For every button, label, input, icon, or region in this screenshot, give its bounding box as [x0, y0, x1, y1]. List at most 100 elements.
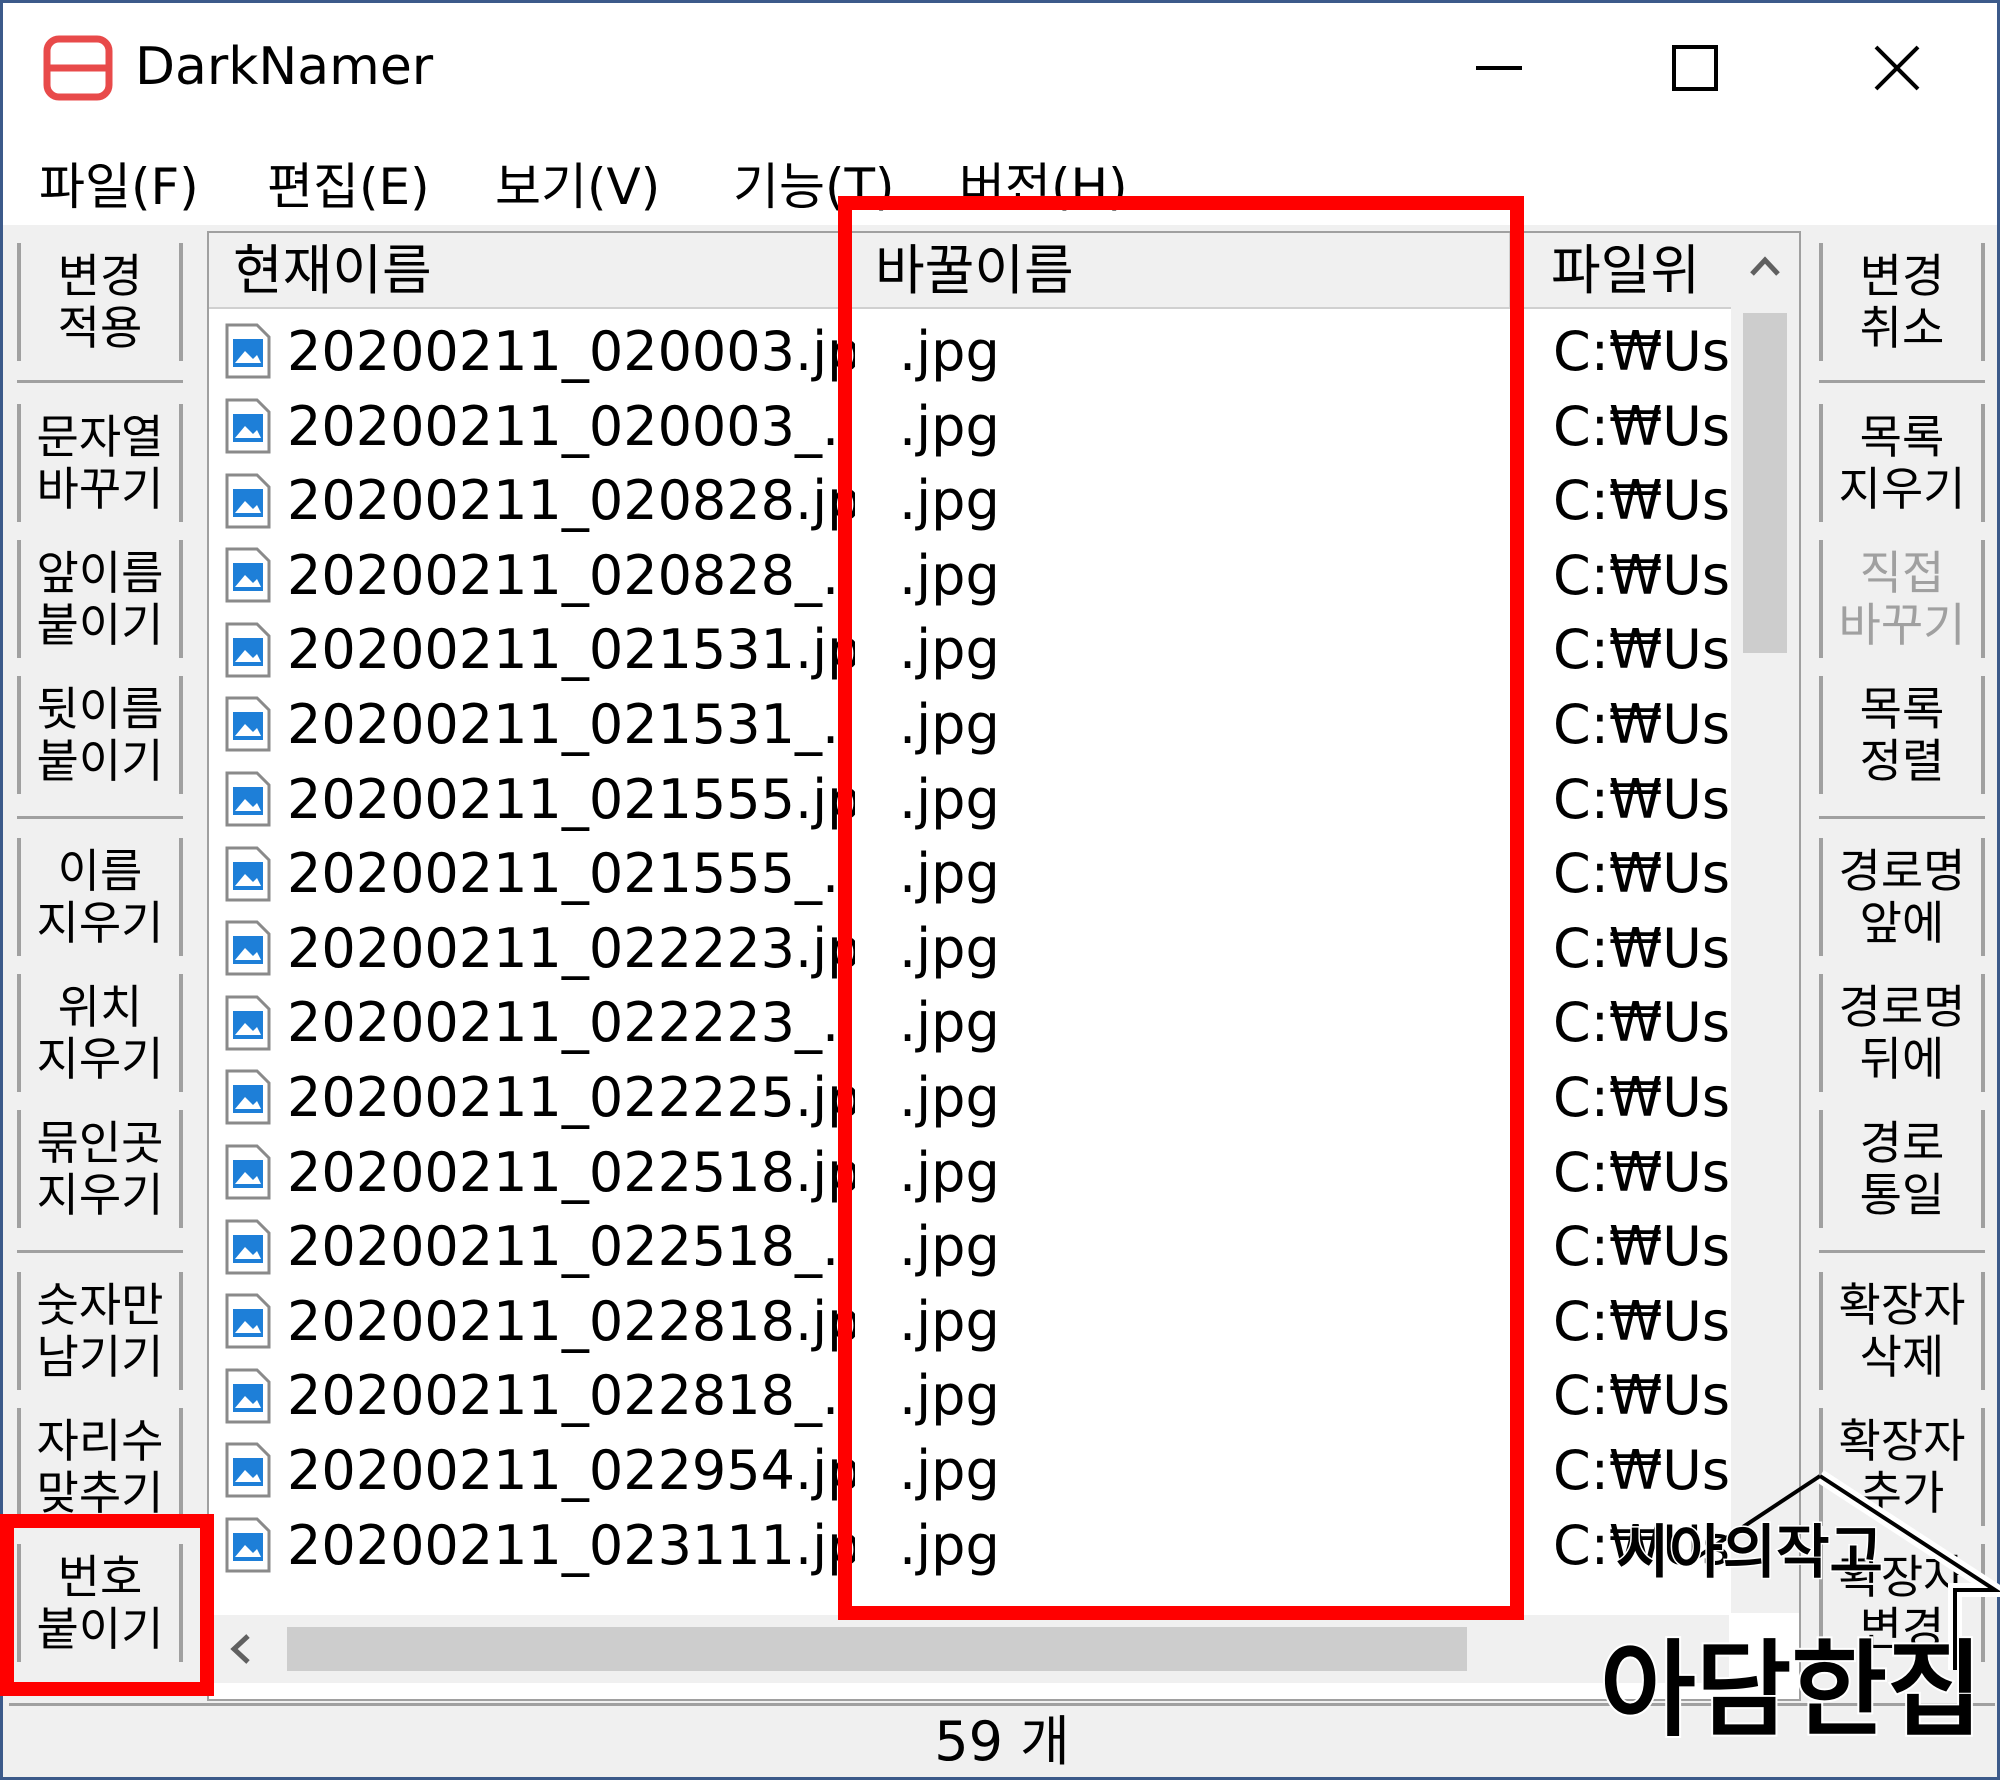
current-name-text: 20200211_022223_... — [287, 991, 855, 1055]
file-location-cell: C:₩Us — [1553, 1066, 1729, 1129]
current-name-cell: 20200211_021555_... — [225, 841, 855, 907]
column-new-name[interactable]: 바꿀이름 — [851, 233, 1511, 309]
file-row[interactable]: 20200211_020828.jpg .jpg C:₩Us — [209, 460, 1729, 534]
current-name-text: 20200211_020828_... — [287, 543, 855, 607]
file-row[interactable]: 20200211_022223_... .jpg C:₩Us — [209, 982, 1729, 1056]
menu-edit[interactable]: 편집(E) — [267, 147, 430, 219]
current-name-cell: 20200211_022518.jpg — [225, 1140, 855, 1206]
menu-bar: 파일(F) 편집(E) 보기(V) 기능(T) 버전(H) — [3, 133, 1997, 225]
maximize-button[interactable] — [1635, 23, 1755, 113]
image-file-icon — [225, 1069, 271, 1125]
delete-position-button[interactable]: 위치 지우기 — [17, 974, 183, 1092]
file-row[interactable]: 20200211_021531_... .jpg C:₩Us — [209, 684, 1729, 758]
file-row[interactable]: 20200211_022818.jpg .jpg C:₩Us — [209, 1281, 1729, 1355]
watermark-line-1: 시아의작고 — [1616, 1518, 1883, 1586]
file-row[interactable]: 20200211_021555_... .jpg C:₩Us — [209, 833, 1729, 907]
darknamer-logo-icon — [43, 35, 113, 101]
left-button-panel: 변경 적용 문자열 바꾸기 앞이름 붙이기 뒷이름 붙이기 이름 지우기 위치 … — [3, 228, 193, 1688]
file-row[interactable]: 20200211_022954.jpg .jpg C:₩Us — [209, 1430, 1729, 1504]
file-location-cell: C:₩Us — [1553, 469, 1729, 533]
pad-digits-button[interactable]: 자리수 맞추기 — [17, 1408, 183, 1526]
current-name-text: 20200211_021555_... — [287, 842, 855, 906]
prepend-name-button[interactable]: 앞이름 붙이기 — [17, 540, 183, 658]
current-name-cell: 20200211_021531.jpg — [225, 617, 855, 683]
delete-extension-button[interactable]: 확장자 삭제 — [1819, 1272, 1985, 1390]
minimize-icon — [1476, 66, 1522, 70]
new-name-cell: .jpg — [899, 693, 1000, 756]
path-before-button[interactable]: 경로명 앞에 — [1819, 838, 1985, 956]
column-current-name[interactable]: 현재이름 — [209, 233, 849, 309]
current-name-text: 20200211_021555.jpg — [287, 767, 855, 831]
direct-rename-button[interactable]: 직접 바꾸기 — [1819, 540, 1985, 658]
vertical-scroll-thumb[interactable] — [1743, 313, 1787, 653]
menu-function[interactable]: 기능(T) — [733, 147, 895, 219]
file-row[interactable]: 20200211_022518.jpg .jpg C:₩Us — [209, 1132, 1729, 1206]
new-name-cell: .jpg — [899, 1215, 1000, 1279]
left-separator — [17, 1250, 183, 1253]
file-row[interactable]: 20200211_021555.jpg .jpg C:₩Us — [209, 759, 1729, 833]
menu-file[interactable]: 파일(F) — [39, 147, 199, 219]
current-name-cell: 20200211_020003_... — [225, 394, 855, 460]
scroll-left-icon[interactable] — [229, 1633, 253, 1665]
image-file-icon — [225, 920, 271, 976]
file-location-cell: C:₩Us — [1553, 916, 1729, 980]
close-button[interactable] — [1837, 23, 1957, 113]
new-name-cell: .jpg — [899, 618, 1000, 682]
file-row[interactable]: 20200211_020828_... .jpg C:₩Us — [209, 535, 1729, 609]
image-file-icon — [225, 547, 271, 603]
image-file-icon — [225, 473, 271, 529]
unify-path-button[interactable]: 경로 통일 — [1819, 1110, 1985, 1228]
delete-name-button[interactable]: 이름 지우기 — [17, 838, 183, 956]
new-name-cell: .jpg — [899, 1140, 1000, 1204]
replace-string-button[interactable]: 문자열 바꾸기 — [17, 404, 183, 522]
left-separator — [17, 816, 183, 819]
image-file-icon — [225, 1517, 271, 1573]
new-name-cell: .jpg — [899, 991, 1000, 1055]
new-name-cell: .jpg — [899, 842, 1000, 906]
menu-version[interactable]: 버전(H) — [959, 147, 1128, 219]
new-name-cell: .jpg — [899, 1289, 1000, 1353]
keep-numbers-button[interactable]: 숫자만 남기기 — [17, 1272, 183, 1390]
add-number-button[interactable]: 번호 붙이기 — [17, 1544, 183, 1662]
left-separator — [17, 380, 183, 383]
file-row[interactable]: 20200211_022818_... .jpg C:₩Us — [209, 1355, 1729, 1429]
vertical-scrollbar[interactable] — [1731, 233, 1799, 1613]
current-name-text: 20200211_020003.jpg — [287, 320, 855, 383]
scroll-up-icon[interactable] — [1749, 255, 1781, 277]
delete-bracketed-button[interactable]: 묶인곳 지우기 — [17, 1110, 183, 1228]
file-row[interactable]: 20200211_022223.jpg .jpg C:₩Us — [209, 908, 1729, 982]
current-name-cell: 20200211_020828_... — [225, 543, 855, 609]
sort-list-button[interactable]: 목록 정렬 — [1819, 676, 1985, 794]
file-row[interactable]: 20200211_020003.jpg .jpg C:₩Us — [209, 311, 1729, 385]
current-name-text: 20200211_020003_... — [287, 394, 855, 458]
file-location-cell: C:₩Us — [1553, 618, 1729, 682]
horizontal-scrollbar[interactable] — [209, 1615, 1729, 1683]
menu-view[interactable]: 보기(V) — [495, 147, 660, 219]
current-name-text: 20200211_022225.jpg — [287, 1066, 855, 1129]
current-name-cell: 20200211_023111.jpg — [225, 1513, 855, 1579]
horizontal-scroll-thumb[interactable] — [287, 1627, 1467, 1671]
column-file-location[interactable]: 파일위 — [1527, 233, 1731, 309]
path-after-button[interactable]: 경로명 뒤에 — [1819, 974, 1985, 1092]
cancel-changes-button[interactable]: 변경 취소 — [1819, 243, 1985, 361]
new-name-cell: .jpg — [899, 767, 1000, 831]
file-rows: 20200211_020003.jpg .jpg C:₩Us 20200211_020… — [209, 311, 1729, 1611]
image-file-icon — [225, 1442, 271, 1498]
file-row[interactable]: 20200211_020003_... .jpg C:₩Us — [209, 386, 1729, 460]
current-name-text: 20200211_023111.jpg — [287, 1513, 855, 1577]
file-row[interactable]: 20200211_022518_... .jpg C:₩Us — [209, 1206, 1729, 1280]
right-button-panel: 변경 취소 목록 지우기 직접 바꾸기 목록 정렬 경로명 앞에 경로명 뒤에 … — [1805, 228, 1995, 1688]
new-name-cell: .jpg — [899, 469, 1000, 533]
file-location-cell: C:₩Us — [1553, 767, 1729, 831]
minimize-button[interactable] — [1439, 23, 1559, 113]
new-name-cell: .jpg — [899, 1513, 1000, 1577]
file-row[interactable]: 20200211_023111.jpg .jpg C:₩Us — [209, 1505, 1729, 1579]
apply-changes-button[interactable]: 변경 적용 — [17, 243, 183, 361]
append-name-button[interactable]: 뒷이름 붙이기 — [17, 676, 183, 794]
file-row[interactable]: 20200211_021531.jpg .jpg C:₩Us — [209, 609, 1729, 683]
clear-list-button[interactable]: 목록 지우기 — [1819, 404, 1985, 522]
file-list[interactable]: 현재이름 바꿀이름 파일위 20200211_020003.jpg .jpg C:₩… — [207, 231, 1801, 1701]
list-header: 현재이름 바꿀이름 파일위 — [209, 233, 1799, 309]
image-file-icon — [225, 398, 271, 454]
file-row[interactable]: 20200211_022225.jpg .jpg C:₩Us — [209, 1057, 1729, 1131]
